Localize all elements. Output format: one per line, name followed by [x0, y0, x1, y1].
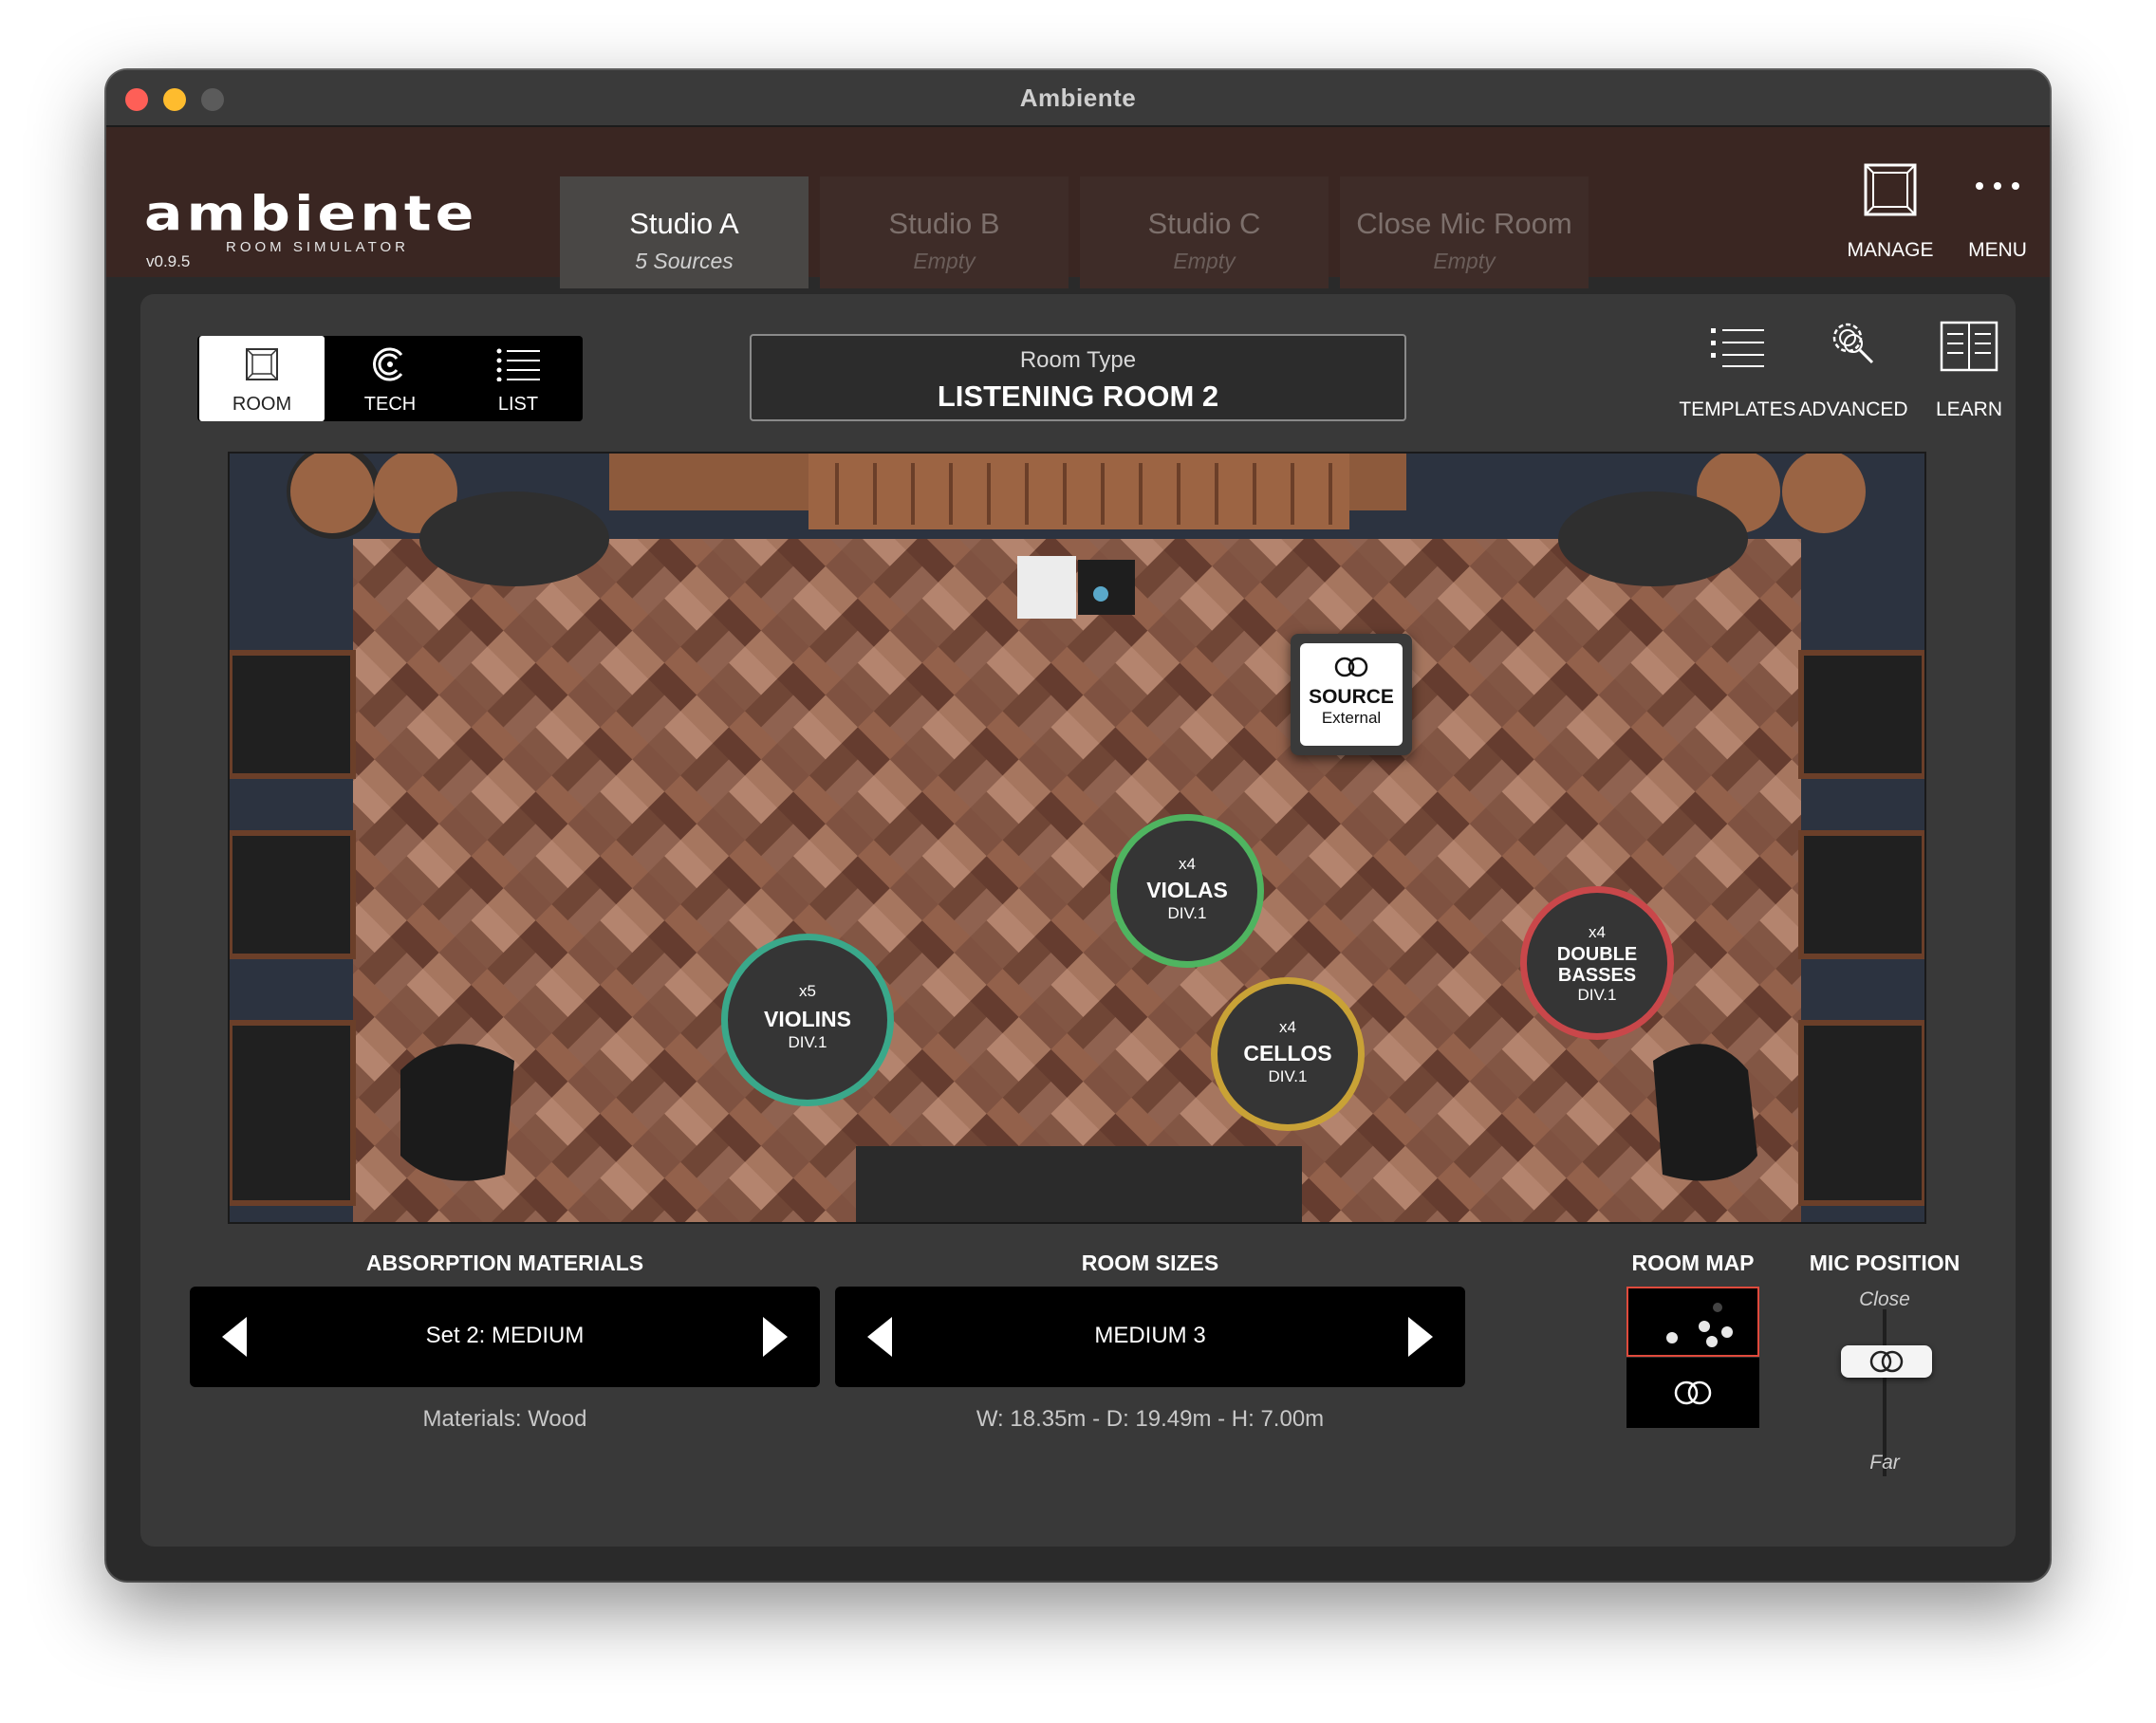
templates-list-icon	[1711, 328, 1764, 367]
arrow-right-icon[interactable]	[753, 1315, 795, 1359]
tab-studio-a[interactable]: Studio A 5 Sources	[560, 176, 808, 288]
view-list-button[interactable]: LIST	[455, 336, 581, 421]
tab-label: Studio B	[888, 207, 1000, 240]
view-tech-label: TECH	[363, 394, 417, 415]
external-source-name: SOURCE	[1309, 686, 1394, 708]
mic-position-handle[interactable]	[1841, 1345, 1932, 1378]
main-panel: ROOM TECH LIST Room Type LISTENING ROOM …	[140, 294, 2016, 1547]
view-room-label: ROOM	[232, 394, 292, 415]
arrow-right-icon[interactable]	[1399, 1315, 1440, 1359]
absorption-caption: Materials: Wood	[422, 1406, 587, 1432]
tab-label: Studio A	[629, 207, 739, 240]
tab-sub: Empty	[1433, 249, 1496, 273]
room-type-selector[interactable]: Room Type LISTENING ROOM 2	[750, 334, 1406, 421]
book-icon	[1940, 321, 1998, 372]
view-tech-button[interactable]: TECH	[327, 336, 453, 421]
tab-label: Studio C	[1147, 207, 1261, 240]
logo-wordmark: ambiente	[144, 185, 478, 243]
room-map-mic-view[interactable]	[1626, 1357, 1759, 1428]
mic-close-label: Close	[1859, 1288, 1910, 1310]
stereo-link-icon	[1869, 1350, 1904, 1373]
app-version: v0.9.5	[146, 252, 191, 270]
source-name: CELLOS	[1243, 1041, 1332, 1065]
tab-studio-b[interactable]: Studio B Empty	[820, 176, 1069, 288]
absorption-selector: Set 2: MEDIUM	[190, 1287, 820, 1387]
source-double-basses[interactable]: x4 DOUBLE BASSES DIV.1	[1520, 886, 1674, 1040]
manage-button[interactable]: MANAGE	[1833, 156, 1947, 266]
mic-position-title: MIC POSITION	[1809, 1251, 1961, 1275]
room-map-sources-view[interactable]	[1626, 1287, 1759, 1357]
list-icon	[496, 348, 540, 381]
view-mode-selector: ROOM TECH LIST	[197, 336, 583, 421]
tab-sub: Empty	[913, 249, 976, 273]
source-name-line2: BASSES	[1557, 965, 1637, 986]
window-title: Ambiente	[1019, 83, 1137, 112]
advanced-button[interactable]: ADVANCED	[1792, 317, 1915, 421]
app-header: ambiente ROOM SIMULATOR v0.9.5	[106, 127, 2050, 277]
source-count: x4	[1179, 855, 1196, 873]
manage-label: MANAGE	[1847, 239, 1934, 261]
menu-button[interactable]: MENU	[1955, 156, 2040, 266]
learn-button[interactable]: LEARN	[1907, 317, 2031, 421]
external-source-card: SOURCE External	[1300, 643, 1403, 746]
source-division: DIV.1	[1167, 904, 1207, 922]
templates-label: TEMPLATES	[1679, 398, 1796, 420]
external-source[interactable]: SOURCE External	[1291, 634, 1412, 755]
room-sizes-caption: W: 18.35m - D: 19.49m - H: 7.00m	[976, 1406, 1325, 1432]
external-source-sub: External	[1321, 709, 1382, 727]
logo-subtitle: ROOM SIMULATOR	[226, 239, 409, 255]
source-division: DIV.1	[1577, 986, 1617, 1004]
gear-magnifier-icon	[1832, 323, 1874, 364]
view-list-label: LIST	[497, 394, 539, 415]
source-count: x5	[799, 982, 816, 1000]
room-frame-icon	[1864, 163, 1917, 216]
room-map-title: ROOM MAP	[1631, 1251, 1755, 1275]
tab-close-mic-room[interactable]: Close Mic Room Empty	[1340, 176, 1589, 288]
absorption-value: Set 2: MEDIUM	[425, 1323, 585, 1348]
templates-button[interactable]: TEMPLATES	[1676, 317, 1799, 421]
source-count: x4	[1589, 923, 1606, 941]
learn-label: LEARN	[1935, 398, 2003, 420]
menu-label: MENU	[1968, 239, 2027, 261]
room-sizes-selector: MEDIUM 3	[835, 1287, 1465, 1387]
mic-far-label: Far	[1869, 1452, 1900, 1473]
source-division: DIV.1	[788, 1033, 827, 1051]
source-name: VIOLAS	[1146, 878, 1228, 902]
room-sizes-title: ROOM SIZES	[1081, 1251, 1219, 1275]
room-icon	[246, 348, 278, 380]
room-map-view[interactable]: x5 VIOLINS DIV.1 x4 VIOLAS DIV.1 x4 CELL…	[228, 452, 1926, 1224]
sources-dots-icon	[1666, 1303, 1733, 1347]
room-type-title: Room Type	[1019, 347, 1137, 373]
tab-label: Close Mic Room	[1356, 207, 1572, 240]
tab-sub: Empty	[1173, 249, 1236, 273]
stereo-link-icon	[1674, 1380, 1712, 1405]
tech-icon	[373, 347, 403, 381]
app-window: Ambiente ambiente ROOM SIMULATOR v0.9.5 …	[106, 70, 2050, 1581]
source-division: DIV.1	[1268, 1067, 1308, 1085]
source-name-line1: DOUBLE	[1556, 944, 1638, 965]
advanced-label: ADVANCED	[1798, 398, 1908, 420]
more-dots-icon	[1976, 182, 2019, 190]
room-map-toggle	[1626, 1287, 1759, 1428]
tab-sub: 5 Sources	[635, 249, 734, 273]
view-room-button[interactable]: ROOM	[199, 336, 325, 421]
tab-studio-c[interactable]: Studio C Empty	[1080, 176, 1329, 288]
absorption-title: ABSORPTION MATERIALS	[365, 1251, 644, 1275]
source-cellos[interactable]: x4 CELLOS DIV.1	[1211, 977, 1365, 1131]
room-floor-illustration	[230, 454, 1924, 1222]
source-count: x4	[1279, 1018, 1296, 1036]
title-bar: Ambiente	[106, 70, 2050, 127]
app-logo: ambiente ROOM SIMULATOR v0.9.5	[144, 185, 478, 270]
room-type-value: LISTENING ROOM 2	[937, 380, 1219, 413]
source-violins[interactable]: x5 VIOLINS DIV.1	[721, 934, 894, 1106]
source-name: VIOLINS	[763, 1007, 851, 1031]
stereo-link-icon	[1334, 657, 1368, 677]
source-violas[interactable]: x4 VIOLAS DIV.1	[1110, 814, 1264, 968]
room-sizes-value: MEDIUM 3	[1094, 1323, 1206, 1348]
